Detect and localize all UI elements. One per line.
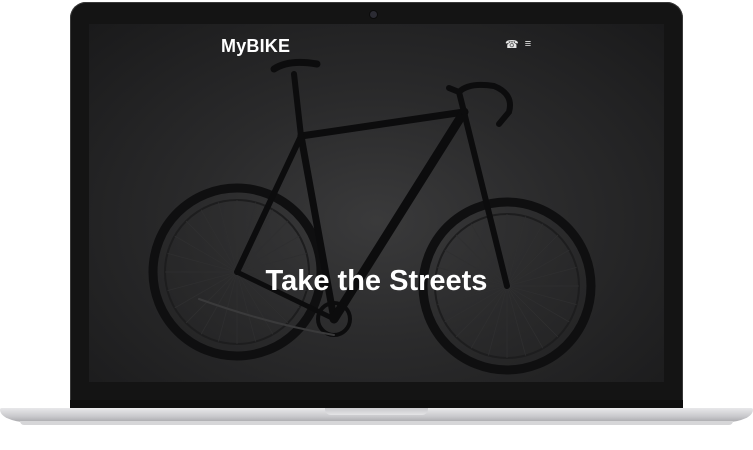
website-screen: MyBIKE ☎ ≡ Take the Streets — [89, 24, 664, 382]
phone-icon[interactable]: ☎ — [505, 38, 519, 51]
wheel-spoke — [217, 202, 238, 273]
laptop-notch — [325, 408, 428, 415]
header-nav: ☎ ≡ — [505, 38, 531, 51]
laptop-lid: MyBIKE ☎ ≡ Take the Streets — [70, 2, 683, 409]
menu-icon[interactable]: ≡ — [525, 38, 531, 51]
wheel-spoke — [200, 209, 238, 273]
hero-title: Take the Streets — [265, 265, 488, 297]
site-logo[interactable]: MyBIKE — [221, 36, 290, 57]
laptop-hinge — [70, 400, 683, 408]
laptop-shadow — [20, 421, 733, 425]
bicycle-image — [148, 58, 596, 375]
camera — [370, 11, 377, 18]
